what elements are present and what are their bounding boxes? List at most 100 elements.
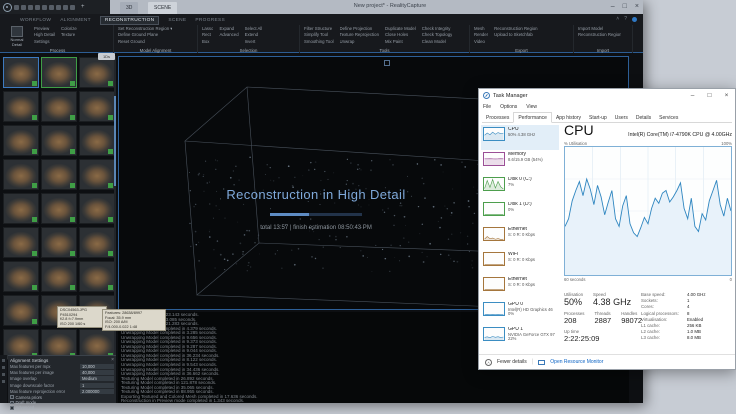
qat-icon[interactable] [49,5,54,10]
view-tab-scene[interactable]: SCENE [148,2,177,14]
image-thumbnail[interactable] [3,125,39,156]
image-thumbnail[interactable] [79,193,115,224]
setting-value[interactable]: 2.000000 [80,389,114,394]
image-thumbnail[interactable] [79,125,115,156]
panel-tab-icon[interactable] [2,359,5,362]
tm-close-button[interactable]: × [718,89,735,102]
ribbon-button[interactable]: Reconstruction Region [578,32,621,38]
open-resource-monitor-link[interactable]: Open Resource Monitor [550,359,603,365]
ribbon-tab-workflow[interactable]: WORKFLOW [20,18,51,23]
qat-icon[interactable] [42,5,47,10]
tm-tab-users[interactable]: Users [611,113,632,122]
ribbon-tab-progress[interactable]: PROGRESS [195,18,225,23]
rc-maximize-button[interactable]: □ [623,1,627,13]
setting-row[interactable]: Max feature reprojection error 2.000000 [10,388,114,394]
ribbon-tab-reconstruction[interactable]: RECONSTRUCTION [100,16,160,25]
menu-view[interactable]: View [526,104,537,110]
ribbon-tab-scene[interactable]: SCENE [168,18,186,23]
ribbon-button[interactable]: Box [202,39,213,45]
collapse-ribbon-icon[interactable]: ˄ [616,16,619,22]
ribbon-button[interactable]: Reset Ground [118,39,172,45]
images-filter-button[interactable]: 1Ds [98,53,115,60]
setting-value[interactable]: 40,000 [80,370,114,375]
perf-sidebar-item[interactable]: Disk 0 (C:) 7% [481,175,559,200]
panel-tab-icon[interactable] [2,366,5,369]
about-icon[interactable] [632,17,637,22]
setting-checkbox-row[interactable]: Advanced [10,405,114,410]
setting-value[interactable]: 1 [80,383,114,388]
tm-minimize-button[interactable]: – [684,89,701,102]
tm-tab-details[interactable]: Details [632,113,655,122]
image-thumbnail[interactable] [79,91,115,122]
ribbon-button[interactable]: Smoothing Tool [304,39,334,45]
setting-value[interactable]: 10,000 [80,364,114,369]
ribbon-button[interactable]: Invert [245,39,263,45]
image-thumbnail[interactable] [41,91,77,122]
checkbox-icon[interactable] [10,395,14,399]
ribbon-button[interactable]: Mix Paint [385,39,416,45]
perf-sidebar-item[interactable]: GPU 0 Intel(R) HD Graphics 46 0% [481,300,559,325]
qat-icon[interactable] [28,5,33,10]
rc-minimize-button[interactable]: – [611,1,615,13]
qat-icon[interactable] [35,5,40,10]
image-thumbnail[interactable] [3,91,39,122]
ribbon-button[interactable]: Clean Model [422,39,453,45]
image-thumbnail[interactable] [3,193,39,224]
tm-tab-services[interactable]: Services [655,113,682,122]
menu-options[interactable]: Options [500,104,517,110]
image-thumbnail[interactable] [41,57,77,88]
images-scrollbar[interactable] [114,56,116,403]
image-thumbnail[interactable] [3,295,39,326]
ribbon-button[interactable]: Unwrap [340,39,379,45]
tm-tab-processes[interactable]: Processes [482,113,513,122]
image-thumbnail[interactable] [41,125,77,156]
image-thumbnail[interactable] [79,227,115,258]
perf-sidebar-item[interactable]: Memory 8.6/15.9 GB (54%) [481,150,559,175]
help-icon[interactable]: ? [624,16,627,22]
perf-sidebar-item[interactable]: Disk 1 (D:) 0% [481,200,559,225]
checkbox-icon[interactable] [10,406,14,410]
view-tab-3d[interactable]: 3D [120,2,138,14]
fewer-details-button[interactable]: Fewer details [497,359,527,365]
chevron-up-circle-icon[interactable]: ˄ [485,359,492,366]
qat-icon[interactable] [56,5,61,10]
image-thumbnail[interactable] [79,159,115,190]
qat-icon[interactable] [14,5,19,10]
perf-sidebar-item[interactable]: WiFi S: 0 R: 0 Kbps [481,250,559,275]
checkbox-icon[interactable] [10,401,14,405]
perf-sidebar-item[interactable]: Ethernet S: 0 R: 0 Kbps [481,275,559,300]
ribbon-big-button[interactable]: Normal Detail [6,26,28,47]
ribbon-button[interactable]: Advanced [219,32,238,38]
menu-file[interactable]: File [483,104,491,110]
perf-sidebar-item[interactable]: Ethernet S: 0 R: 0 Kbps [481,225,559,250]
perf-sidebar-item[interactable]: GPU 1 NVIDIA GeForce GTX 97 22% [481,325,559,350]
image-thumbnail[interactable] [3,261,39,292]
ribbon-button[interactable]: Video [474,39,488,45]
panel-tab-icon[interactable] [2,373,5,376]
image-thumbnail[interactable] [41,193,77,224]
tm-tab-performance[interactable]: Performance [513,112,552,123]
tm-maximize-button[interactable]: □ [701,89,718,102]
image-thumbnail[interactable] [79,57,115,88]
setting-value[interactable]: Medium [80,376,114,381]
image-thumbnail[interactable] [3,159,39,190]
image-thumbnail[interactable] [3,57,39,88]
perf-sidebar-item[interactable]: CPU 50% 4.38 GHz [481,125,559,150]
add-view-tab-button[interactable]: + [81,4,85,10]
tm-tab-app-history[interactable]: App history [552,113,585,122]
rc-close-button[interactable]: × [635,1,639,13]
ribbon-button[interactable]: Texture [61,32,77,38]
panel-tab-icon[interactable] [2,380,5,383]
image-thumbnail[interactable] [41,261,77,292]
qat-icon[interactable] [70,5,75,10]
image-thumbnail[interactable] [79,261,115,292]
ribbon-tab-alignment[interactable]: ALIGNMENT [60,18,91,23]
image-thumbnail[interactable] [3,227,39,258]
ribbon-button[interactable]: Settings [34,39,55,45]
close-panel-icon[interactable]: × [111,357,114,363]
ribbon-button[interactable]: Upload to Sketchfab [494,32,537,38]
viewport-gizmo-icon[interactable] [384,60,390,66]
image-thumbnail[interactable] [41,159,77,190]
qat-icon[interactable] [21,5,26,10]
qat-icon[interactable] [63,5,68,10]
